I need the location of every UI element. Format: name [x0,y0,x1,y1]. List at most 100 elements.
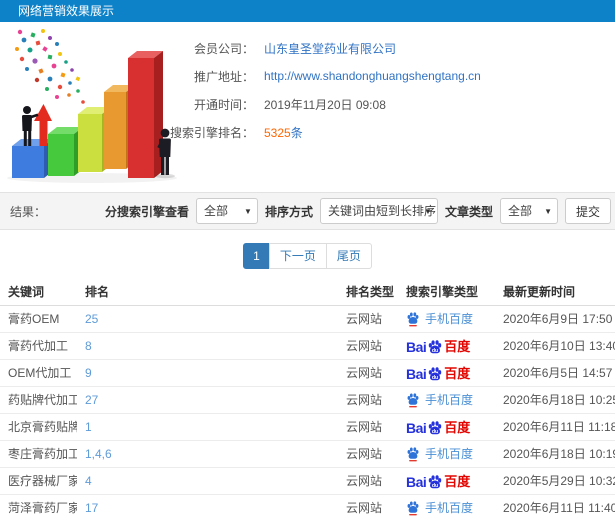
mobile-baidu-label: 手机百度 [425,393,474,407]
next-page-button[interactable]: 下一页 [268,243,327,269]
member-info: 会员公司： 山东皇圣堂药业有限公司 推广地址： http://www.shand… [162,34,481,146]
article-type-label: 文章类型 [444,204,493,219]
sort-select-value: 关键词由短到长排序 [327,204,436,218]
updated-time-cell: 2020年6月11日 11:40 [495,494,615,520]
table-body: 膏药OEM 25 云网站 手机百度 2020年6月9日 17:50 膏药代加工 … [0,305,615,520]
rank-type-cell: 云网站 [338,413,398,441]
bar-green [48,127,83,176]
submit-button[interactable]: 提交 [564,198,611,224]
mobile-baidu-logo: 手机百度 [406,445,473,462]
hero-section: 会员公司： 山东皇圣堂药业有限公司 推广地址： http://www.shand… [0,22,615,192]
rank-type-cell: 云网站 [338,386,398,414]
updated-time-cell: 2020年6月11日 11:18 [495,413,615,441]
engine-select[interactable]: 全部 ▼ [195,198,258,224]
promo-url-label: 推广地址： [193,69,254,84]
svg-text:du: du [432,375,438,381]
table-row: 枣庄膏药加工 1,4,6 云网站 手机百度 2020年6月18日 10:19 [0,440,615,468]
svg-text:du: du [432,483,438,489]
rank-link[interactable]: 1 [77,413,338,441]
rank-type-cell: 云网站 [338,494,398,520]
pagination: 1 下一页 尾页 [243,243,372,269]
updated-time-cell: 2020年5月29日 10:32 [495,467,615,495]
rank-type-cell: 云网站 [338,440,398,468]
article-type-select-value: 全部 [507,204,532,218]
baidu-logo-cn: 百度 [444,339,471,354]
sort-select[interactable]: 关键词由短到长排序 ▼ [319,198,438,224]
baidu-logo: Bai du 百度 [406,363,470,382]
company-name-link[interactable]: 山东皇圣堂药业有限公司 [264,40,396,57]
keyword-cell: 膏药代加工 [0,332,77,360]
baidu-logo-bai: Bai [406,339,427,355]
updated-time-cell: 2020年6月18日 10:19 [495,440,615,468]
rank-link[interactable]: 9 [77,359,338,387]
mobile-baidu-label: 手机百度 [425,447,474,461]
baidu-logo: Bai du 百度 [406,336,470,355]
keyword-cell: 医疗器械厂家 [0,467,77,495]
col-header-rank-type: 排名类型 [338,278,398,306]
engine-type-cell: 手机百度 [398,494,495,520]
svg-text:du: du [432,429,438,435]
keyword-cell: 菏泽膏药厂家 [0,494,77,520]
updated-time-cell: 2020年6月5日 14:57 [495,359,615,387]
rank-count-suffix: 条 [290,125,303,140]
engine-type-cell: 手机百度 [398,386,495,414]
updated-time-cell: 2020年6月10日 13:40 [495,332,615,360]
confetti-dots [15,29,85,104]
open-time-label: 开通时间： [193,97,254,112]
table-header-row: 关键词 排名 排名类型 搜索引擎类型 最新更新时间 [0,278,615,306]
chevron-down-icon: ▼ [244,207,252,216]
article-type-select[interactable]: 全部 ▼ [499,198,558,224]
mobile-baidu-logo: 手机百度 [406,310,473,327]
chevron-down-icon: ▼ [544,207,552,216]
baidu-logo-bai: Bai [406,366,427,382]
info-row-rank-count: 搜索引擎排名： 5325条 [162,118,481,146]
mobile-baidu-logo: 手机百度 [406,499,473,516]
baidu-logo-bai: Bai [406,420,427,436]
info-row-company: 会员公司： 山东皇圣堂药业有限公司 [162,34,481,62]
baidu-logo: Bai du 百度 [406,417,470,436]
engine-filter-label: 分搜索引擎查看 [104,204,189,219]
rank-count-value[interactable]: 5325条 [264,124,303,141]
baidu-paw-icon: du [429,421,442,435]
bar-red [128,51,163,178]
bar-chart-illustration [7,29,177,183]
sort-filter-label: 排序方式 [264,204,313,219]
baidu-paw-icon: du [429,367,442,381]
promo-url-link[interactable]: http://www.shandonghuangshengtang.cn [264,69,481,83]
col-header-rank: 排名 [77,278,338,306]
filter-bar: 结果： 分搜索引擎查看 全部 ▼ 排序方式 关键词由短到长排序 ▼ 文章类型 全… [0,192,615,230]
table-row: OEM代加工 9 云网站 Bai du 百度 2020年6月5日 14:57 [0,359,615,387]
rank-type-cell: 云网站 [338,332,398,360]
mobile-baidu-label: 手机百度 [425,312,474,326]
rank-count-label: 搜索引擎排名： [169,125,254,140]
info-row-url: 推广地址： http://www.shandonghuangshengtang.… [162,62,481,90]
keyword-cell: 药贴牌代加工 [0,386,77,414]
page-title-bar: 网络营销效果展示 [0,0,615,22]
last-page-button[interactable]: 尾页 [325,243,372,269]
baidu-paw-icon [407,311,419,326]
rank-type-cell: 云网站 [338,359,398,387]
rank-link[interactable]: 1,4,6 [77,440,338,468]
keyword-cell: 北京膏药贴牌 [0,413,77,441]
result-label: 结果： [10,204,47,219]
baidu-paw-icon [407,500,419,515]
company-label: 会员公司： [193,41,254,56]
rank-link[interactable]: 27 [77,386,338,414]
engine-type-cell: 手机百度 [398,305,495,333]
rank-link[interactable]: 17 [77,494,338,520]
open-time-value: 2019年11月20日 09:08 [264,97,386,112]
rank-link[interactable]: 8 [77,332,338,360]
col-header-engine-type: 搜索引擎类型 [398,278,495,306]
table-row: 膏药代加工 8 云网站 Bai du 百度 2020年6月10日 13:40 [0,332,615,360]
engine-select-value: 全部 [203,204,228,218]
baidu-paw-icon: du [429,340,442,354]
table-row: 菏泽膏药厂家 17 云网站 手机百度 2020年6月11日 11:40 [0,494,615,520]
keyword-cell: 枣庄膏药加工 [0,440,77,468]
rank-link[interactable]: 4 [77,467,338,495]
baidu-paw-icon [407,446,419,461]
rank-type-cell: 云网站 [338,467,398,495]
rank-link[interactable]: 25 [77,305,338,333]
page-1-button[interactable]: 1 [243,243,270,269]
baidu-logo-cn: 百度 [444,366,471,381]
pagination-strip: 1 下一页 尾页 [0,230,615,278]
